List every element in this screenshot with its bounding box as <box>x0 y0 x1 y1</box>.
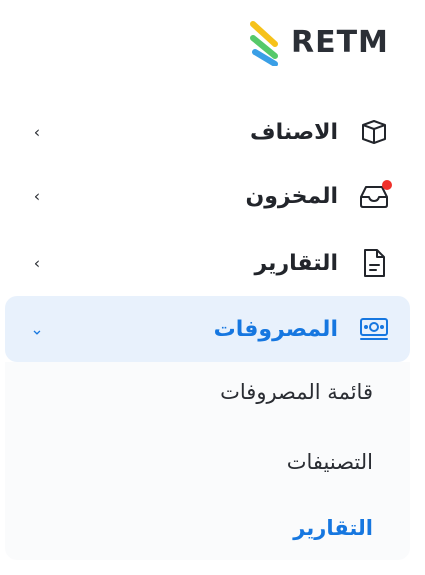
brand-logo: RETM <box>245 16 395 68</box>
nav-item-expenses[interactable]: ⌄ المصروفات <box>5 296 410 362</box>
chevron-down-icon: ⌄ <box>30 319 44 339</box>
nav-item-label: الاصناف <box>250 119 338 145</box>
nav-item-label: المصروفات <box>213 316 338 342</box>
submenu-item-reports[interactable]: التقارير <box>293 516 373 540</box>
brand-name: RETM <box>291 24 389 60</box>
nav-item-inventory[interactable]: ‹ المخزون <box>5 166 410 226</box>
nav-item-reports[interactable]: ‹ التقارير <box>5 233 410 293</box>
nav-item-label: المخزون <box>245 183 338 209</box>
notification-badge <box>382 180 392 190</box>
nav-item-label: التقارير <box>254 250 339 276</box>
chevron-left-icon: ‹ <box>33 122 41 142</box>
expenses-submenu: قائمة المصروفات التصنيفات التقارير <box>5 362 410 560</box>
submenu-item-expense-list[interactable]: قائمة المصروفات <box>220 380 373 404</box>
nav-item-categories[interactable]: ‹ الاصناف <box>5 102 410 162</box>
submenu-item-classifications[interactable]: التصنيفات <box>287 450 373 474</box>
chevron-left-icon: ‹ <box>33 253 41 273</box>
logo-mark-icon <box>250 21 278 66</box>
money-bills-icon <box>356 311 392 347</box>
box-icon <box>356 114 392 150</box>
inbox-tray-icon <box>356 178 392 214</box>
chevron-left-icon: ‹ <box>33 186 41 206</box>
document-icon <box>356 245 392 281</box>
